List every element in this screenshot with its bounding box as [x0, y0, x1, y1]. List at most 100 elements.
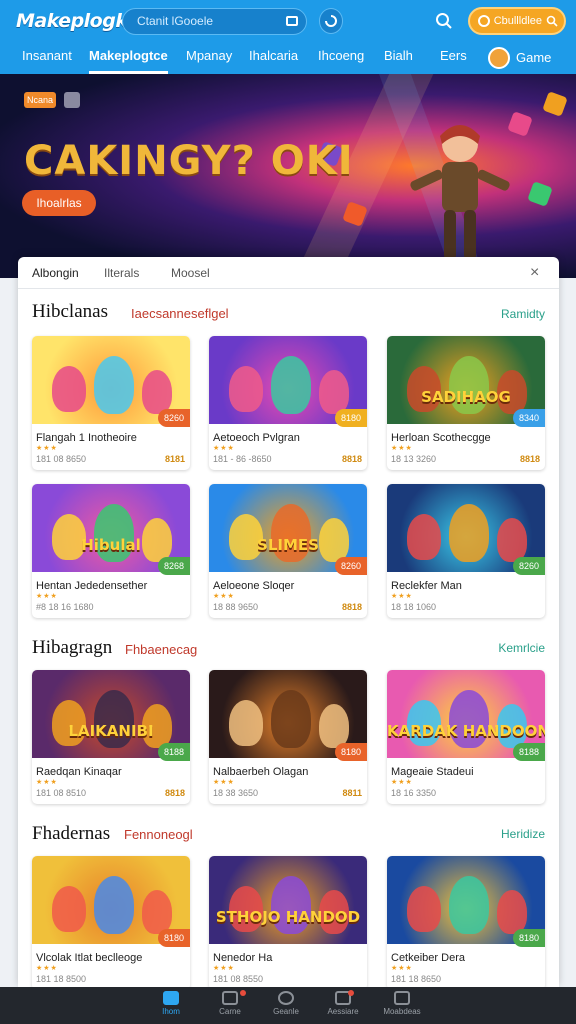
character-illustration [449, 504, 489, 562]
search-placeholder: Ctanit lGooele [137, 14, 214, 28]
game-card[interactable]: KARDAK HANDOON 8188 Mageaie Stadeui ★★★ 18 1… [387, 670, 545, 804]
game-card[interactable]: 8180 Aetoeoch Pvlgran ★★★ 181 - 86 -8650 881… [209, 336, 367, 470]
character-illustration [229, 366, 263, 412]
section-subtitle: Fennoneogl [124, 827, 193, 842]
rating-stars-icon: ★★★ [36, 965, 58, 972]
bottom-nav-label: Aessiare [327, 1007, 359, 1016]
section-title: Hibagragn [32, 637, 113, 658]
game-thumbnail[interactable]: STHOJO HANDOD [209, 856, 367, 944]
nav-item-5[interactable]: Bialh [384, 42, 413, 74]
price-badge: 8180 [513, 929, 545, 947]
nav-item-1[interactable]: Makeplogtce [89, 42, 168, 74]
content-panel: Albongin Ilterals Moosel × Hibclanas Iae… [18, 257, 559, 987]
rating-stars-icon: ★★★ [213, 965, 235, 972]
game-title: Reclekfer Man [391, 580, 462, 592]
section-see-all-link[interactable]: Kemrlcie [498, 641, 545, 655]
scan-icon[interactable] [285, 16, 298, 26]
price-badge: 8268 [158, 557, 190, 575]
bottom-nav-store[interactable]: Aessiare [313, 987, 373, 1024]
search-small-icon [546, 15, 558, 27]
close-icon[interactable]: × [530, 264, 539, 282]
bottom-nav-home[interactable]: Ihom [141, 987, 201, 1024]
nav-item-game[interactable]: Game [488, 42, 551, 74]
game-card[interactable]: STHOJO HANDOD Nenedor Ha ★★★ 181 08 8550 [209, 856, 367, 987]
price-badge: 8180 [335, 743, 367, 761]
hero-tag-icon [64, 92, 80, 108]
game-card[interactable]: 8180 Nalbaerbeh Olagan ★★★ 18 38 3650 8811 [209, 670, 367, 804]
section-subtitle: Iaecsanneseflgel [131, 306, 229, 321]
game-logo-text: SLIMES [257, 536, 319, 554]
game-title: Mageaie Stadeui [391, 766, 474, 778]
game-meta: 181 08 8510 [36, 788, 87, 798]
game-card[interactable]: 8260 Reclekfer Man ★★★ 18 18 1060 [387, 484, 545, 618]
game-meta: 18 88 9650 [213, 602, 259, 612]
nav-item-3[interactable]: Ihalcaria [249, 42, 298, 74]
points-button[interactable]: Cbullldlee [467, 7, 566, 35]
panel-tabs: Albongin Ilterals Moosel × [18, 257, 559, 289]
bottom-nav-games[interactable]: Carne [200, 987, 260, 1024]
game-price: 8181 [164, 454, 185, 464]
stats-icon [394, 991, 410, 1005]
nav-item-0[interactable]: Insanant [22, 42, 72, 74]
section-title: Fhadernas [32, 823, 111, 844]
filter-button[interactable] [318, 8, 344, 34]
price-badge: 8260 [513, 557, 545, 575]
character-illustration [319, 704, 349, 748]
app-logo[interactable]: Makeplogkt [16, 10, 137, 32]
character-illustration [142, 890, 172, 934]
game-title: Aeloeone Sloqer [213, 580, 295, 592]
game-meta: 181 - 86 -8650 [213, 454, 272, 464]
nav-item-2[interactable]: Mpanay [186, 42, 232, 74]
game-meta: 181 08 8650 [36, 454, 87, 464]
game-title: Herloan Scothecgge [391, 432, 491, 444]
character-illustration [142, 370, 172, 414]
game-meta: 181 18 8500 [36, 974, 87, 984]
bottom-nav-history[interactable]: Geanle [256, 987, 316, 1024]
game-card[interactable]: SADIHAOG 8340 Herloan Scothecgge ★★★ 18 13 3… [387, 336, 545, 470]
rating-stars-icon: ★★★ [391, 965, 413, 972]
character-illustration [94, 876, 134, 934]
game-meta: 181 08 8550 [213, 974, 264, 984]
hero-cta-button[interactable]: Ihoalrlas [22, 190, 96, 216]
rating-stars-icon: ★★★ [213, 593, 235, 600]
hero-gem [542, 91, 568, 117]
nav-item-4[interactable]: Ihcoeng [318, 42, 364, 74]
section-title: Hibclanas [32, 301, 108, 322]
game-title: Hentan Jededensether [36, 580, 148, 592]
character-illustration [407, 886, 441, 932]
hero-gem [527, 181, 553, 207]
bottom-nav-stats[interactable]: Moabdeas [372, 987, 432, 1024]
game-card[interactable]: 8260 Flangah 1 Inotheoire ★★★ 181 08 8650 81… [32, 336, 190, 470]
game-card[interactable]: 8180 Cetkeiber Dera ★★★ 181 18 8650 [387, 856, 545, 987]
game-card[interactable]: Hibulal 8268 Hentan Jededensether ★★★ #8 18 … [32, 484, 190, 618]
category-nav: Insanant Makeplogtce Mpanay Ihalcaria Ih… [0, 42, 576, 74]
tab-0[interactable]: Albongin [32, 266, 79, 280]
game-card[interactable]: LAIKANIBI 8188 Raedqan Kinaqar ★★★ 181 08 85… [32, 670, 190, 804]
character-illustration [407, 514, 441, 560]
game-title: Cetkeiber Dera [391, 952, 465, 964]
nav-item-6[interactable]: Eers [440, 42, 467, 74]
game-card[interactable]: SLIMES 8260 Aeloeone Sloqer ★★★ 18 88 9650 88… [209, 484, 367, 618]
game-title: Aetoeoch Pvlgran [213, 432, 300, 444]
search-input[interactable]: Ctanit lGooele [122, 7, 307, 35]
section-see-all-link[interactable]: Heridize [501, 827, 545, 841]
tab-2[interactable]: Moosel [171, 266, 210, 280]
search-icon [435, 13, 452, 29]
game-meta: 18 13 3260 [391, 454, 437, 464]
game-logo-text: STHOJO HANDOD [215, 908, 361, 926]
top-bar: Makeplogkt Ctanit lGooele Cbullldlee [0, 0, 576, 42]
tab-1[interactable]: Ilterals [104, 266, 139, 280]
rating-stars-icon: ★★★ [391, 779, 413, 786]
section-see-all-link[interactable]: Ramidty [501, 307, 545, 321]
search-button[interactable] [431, 8, 455, 34]
filter-icon [325, 15, 338, 27]
character-illustration [229, 700, 263, 746]
rating-stars-icon: ★★★ [36, 445, 58, 452]
game-meta: 18 38 3650 [213, 788, 259, 798]
game-card[interactable]: 8180 Vlcolak Itlat beclleoge ★★★ 181 18 850… [32, 856, 190, 987]
bottom-nav-label: Moabdeas [383, 1007, 421, 1016]
hero-tag: Ncana [24, 92, 56, 108]
hero-banner[interactable]: Ncana CAKINGY? OKI Ihoalrlas [0, 74, 576, 278]
notification-dot [240, 990, 246, 996]
gamepad-icon [222, 991, 238, 1005]
